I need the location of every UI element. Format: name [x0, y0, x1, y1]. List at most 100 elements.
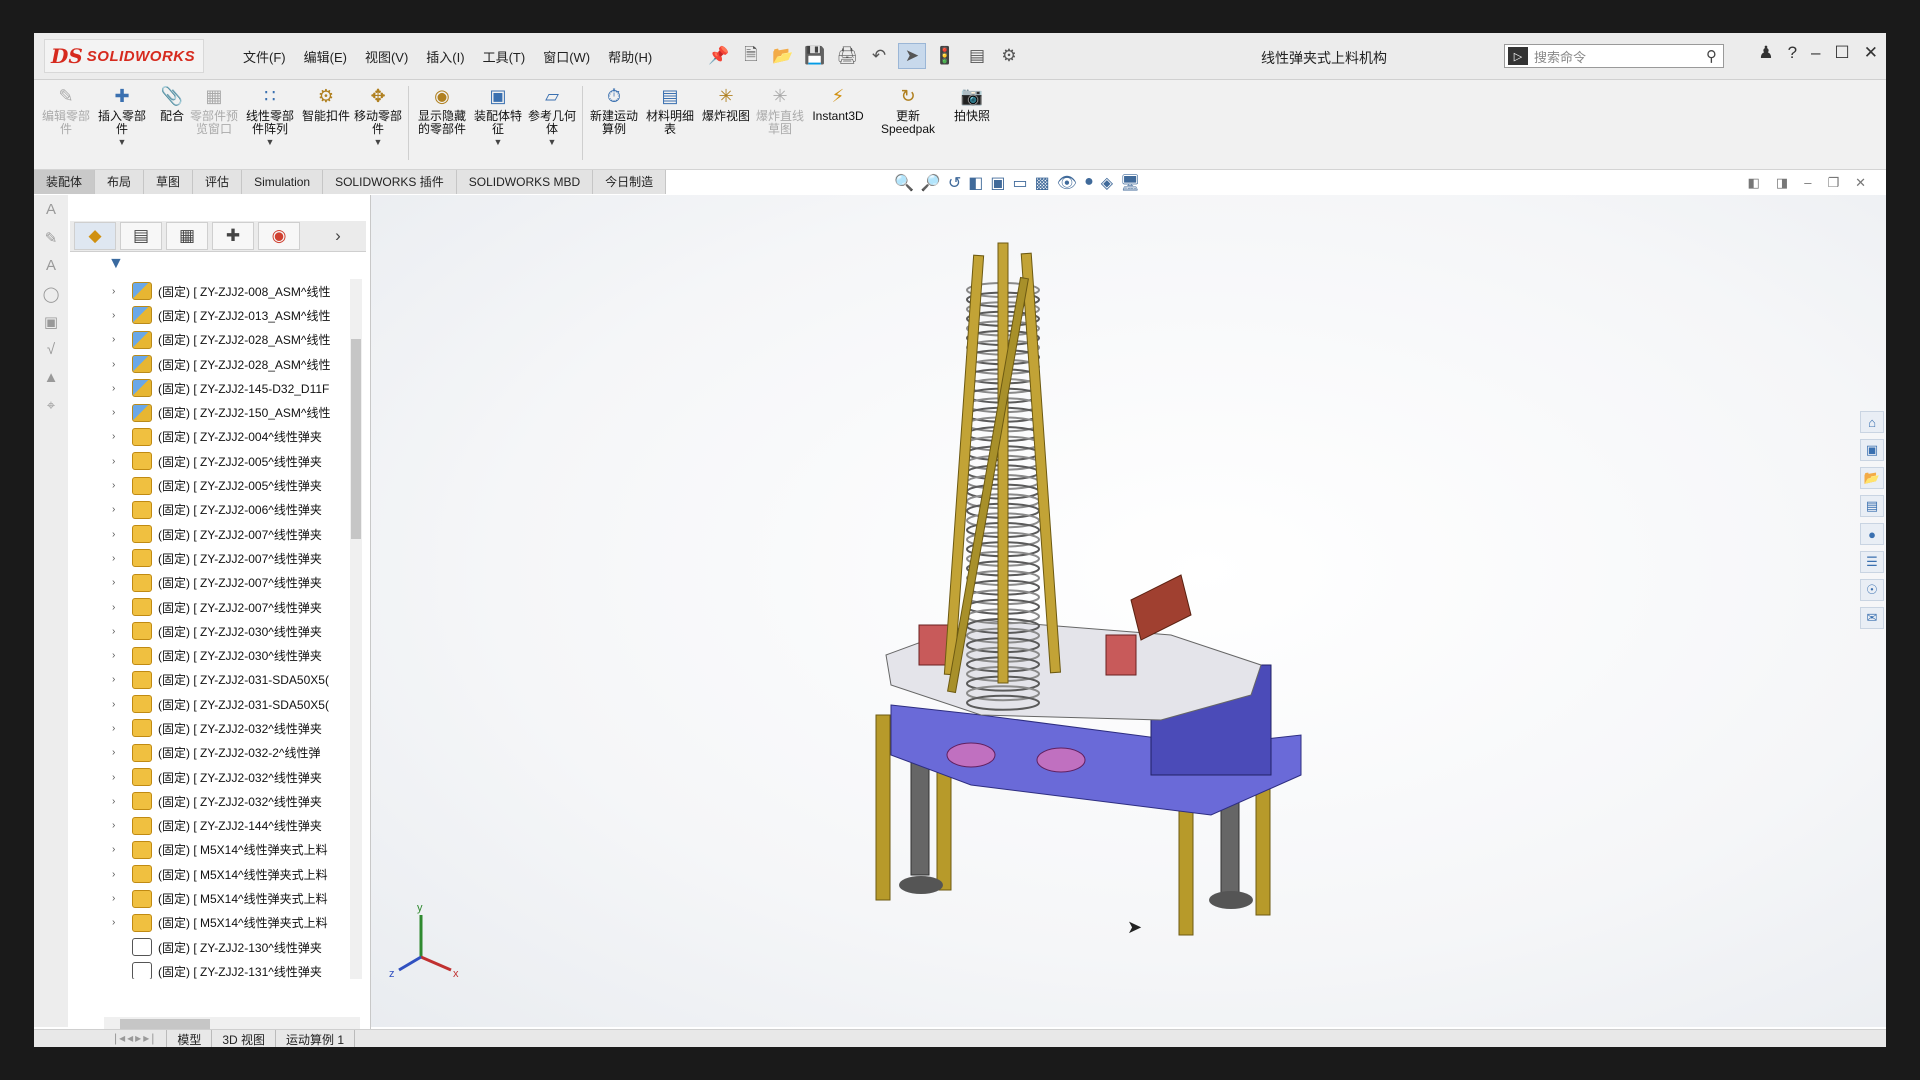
reference-geometry-button[interactable]: ▱ 参考几何体 ▼ [524, 84, 580, 149]
print-icon[interactable]: 🖨 [834, 44, 860, 68]
datum-icon[interactable]: ▣ [40, 313, 62, 335]
menu-edit[interactable]: 编辑(E) [295, 47, 356, 66]
tree-item[interactable]: › (固定) [ ZY-ZJJ2-028_ASM^线性 [68, 352, 360, 376]
search-input[interactable]: 搜索命令 [1534, 47, 1706, 66]
tree-item[interactable]: › (固定) [ M5X14^线性弹夹式上料 [68, 886, 360, 910]
tree-item[interactable]: › (固定) [ ZY-ZJJ2-007^线性弹夹 [68, 571, 360, 595]
bill-of-materials-button[interactable]: ▤ 材料明细表 [642, 84, 698, 136]
display-manager-icon[interactable]: ◉ [258, 222, 300, 250]
tab-assembly[interactable]: 装配体 [34, 170, 96, 194]
dynamic-annotation-icon[interactable]: ▣ [990, 173, 1005, 193]
hide-show-items-icon[interactable]: 👁 [1057, 173, 1077, 193]
tree-item[interactable]: › (固定) [ ZY-ZJJ2-032^线性弹夹 [68, 765, 360, 789]
tree-item[interactable]: › (固定) [ ZY-ZJJ2-006^线性弹夹 [68, 498, 360, 522]
search-icon[interactable]: ⚲ [1706, 47, 1717, 65]
balloon-icon[interactable]: ◯ [40, 285, 62, 307]
tree-item[interactable]: › (固定) [ ZY-ZJJ2-005^线性弹夹 [68, 449, 360, 473]
tree-item[interactable]: › (固定) [ M5X14^线性弹夹式上料 [68, 838, 360, 862]
tree-item[interactable]: › (固定) [ ZY-ZJJ2-031-SDA50X5( [68, 692, 360, 716]
tree-item[interactable]: › (固定) [ ZY-ZJJ2-150_ASM^线性 [68, 400, 360, 424]
assembly-features-button[interactable]: ▣ 装配体特征 ▼ [470, 84, 526, 149]
tab-3d-view[interactable]: 3D 视图 [212, 1030, 277, 1047]
tree-vertical-scrollbar[interactable] [350, 279, 362, 979]
expand-arrow-icon[interactable]: › [112, 869, 126, 880]
web-icon[interactable]: ☉ [1860, 579, 1884, 601]
expand-arrow-icon[interactable]: › [112, 529, 126, 540]
custom-properties-icon[interactable]: ☰ [1860, 551, 1884, 573]
scroll-thumb[interactable] [351, 339, 361, 539]
instant3d-button[interactable]: ⚡ Instant3D [810, 84, 866, 123]
tree-item[interactable]: › (固定) [ ZY-ZJJ2-028_ASM^线性 [68, 328, 360, 352]
expand-arrow-icon[interactable]: › [112, 674, 126, 685]
menu-view[interactable]: 视图(V) [356, 47, 417, 66]
expand-arrow-icon[interactable]: › [112, 820, 126, 831]
expand-arrow-icon[interactable]: › [112, 796, 126, 807]
component-preview-button[interactable]: ▦ 零部件预览窗口 [186, 84, 242, 136]
previous-view-icon[interactable]: ↺ [948, 173, 961, 193]
tree-item[interactable]: › (固定) [ ZY-ZJJ2-030^线性弹夹 [68, 643, 360, 667]
exploded-view-button[interactable]: ✳ 爆炸视图 [698, 84, 754, 123]
appearances-icon[interactable]: ● [1860, 523, 1884, 545]
text-icon[interactable]: A [40, 257, 62, 279]
expand-arrow-icon[interactable]: › [112, 723, 126, 734]
tree-item[interactable]: › (固定) [ ZY-ZJJ2-007^线性弹夹 [68, 522, 360, 546]
menu-help[interactable]: 帮助(H) [599, 47, 661, 66]
search-commands[interactable]: ▷ 搜索命令 ⚲ [1504, 44, 1724, 68]
weld-icon[interactable]: ▲ [40, 369, 62, 391]
display-style-icon[interactable]: ▩ [1035, 173, 1050, 193]
expand-arrow-icon[interactable]: › [112, 504, 126, 515]
edit-appearance-icon[interactable]: ● [1084, 173, 1094, 193]
menu-insert[interactable]: 插入(I) [417, 47, 473, 66]
tab-model[interactable]: 模型 [167, 1030, 213, 1047]
undo-icon[interactable]: ↶ [866, 44, 892, 68]
update-speedpak-button[interactable]: ↻ 更新Speedpak [880, 84, 936, 136]
dimxpert-icon[interactable]: ✚ [212, 222, 254, 250]
section-view-icon[interactable]: ◧ [968, 173, 983, 193]
user-icon[interactable]: ♟ [1758, 43, 1773, 63]
tree-item[interactable]: › (固定) [ ZY-ZJJ2-032-2^线性弹 [68, 741, 360, 765]
expand-arrow-icon[interactable]: › [112, 626, 126, 637]
tree-item[interactable]: › (固定) [ ZY-ZJJ2-145-D32_D11F [68, 376, 360, 400]
save-icon[interactable]: 💾 [802, 44, 828, 68]
tree-item[interactable]: › (固定) [ M5X14^线性弹夹式上料 [68, 862, 360, 886]
linear-pattern-button[interactable]: ∷ 线性零部件阵列 ▼ [242, 84, 298, 149]
graphics-area[interactable]: y x z ⌂ ▣ 📂 ▤ ● ☰ ☉ ✉ ➤ [371, 195, 1886, 1027]
split-horizontal-icon[interactable]: ◧ [1748, 175, 1760, 191]
tab-simulation[interactable]: Simulation [242, 170, 324, 194]
solidworks-logo[interactable]: DS SOLIDWORKS [44, 39, 204, 73]
options-icon[interactable]: ⚙ [996, 44, 1022, 68]
tab-navigation-arrows[interactable]: |◂◂▸▸| [104, 1030, 168, 1047]
view-settings-icon[interactable]: 🖥 [1120, 173, 1140, 193]
file-properties-icon[interactable]: ▤ [964, 44, 990, 68]
show-hidden-components-button[interactable]: ◉ 显示隐藏的零部件 [414, 84, 470, 136]
tree-item[interactable]: › (固定) [ M5X14^线性弹夹式上料 [68, 911, 360, 935]
new-motion-study-button[interactable]: ⏱ 新建运动算例 [586, 84, 642, 136]
viewport-close-icon[interactable]: ✕ [1855, 175, 1866, 191]
expand-arrow-icon[interactable]: › [112, 747, 126, 758]
expand-arrow-icon[interactable]: › [112, 553, 126, 564]
tree-item[interactable]: › (固定) [ ZY-ZJJ2-032^线性弹夹 [68, 716, 360, 740]
edit-component-button[interactable]: ✎ 编辑零部件 [38, 84, 94, 136]
tree-item[interactable]: › (固定) [ ZY-ZJJ2-030^线性弹夹 [68, 619, 360, 643]
expand-arrow-icon[interactable]: › [112, 917, 126, 928]
assembly-model[interactable]: y x z [371, 195, 1886, 1027]
select-icon[interactable]: ➤ [898, 43, 926, 69]
close-icon[interactable]: ✕ [1864, 43, 1878, 63]
expand-arrow-icon[interactable]: › [112, 310, 126, 321]
help-icon[interactable]: ? [1788, 43, 1797, 63]
take-snapshot-button[interactable]: 📷 拍快照 [944, 84, 1000, 123]
expand-arrow-icon[interactable]: › [112, 431, 126, 442]
home-icon[interactable]: ⌂ [1860, 411, 1884, 433]
configuration-manager-icon[interactable]: ▦ [166, 222, 208, 250]
smart-fasteners-button[interactable]: ⚙ 智能扣件 [298, 84, 354, 123]
annotation-icon[interactable]: A [40, 201, 62, 223]
menu-window[interactable]: 窗口(W) [534, 47, 599, 66]
minimize-icon[interactable]: – [1811, 43, 1820, 63]
split-vertical-icon[interactable]: ◨ [1776, 175, 1788, 191]
scroll-thumb[interactable] [120, 1019, 210, 1029]
tree-item[interactable]: (固定) [ ZY-ZJJ2-131^线性弹夹 [68, 959, 360, 979]
menu-tools[interactable]: 工具(T) [474, 47, 535, 66]
expand-arrow-icon[interactable]: › [112, 456, 126, 467]
expand-arrow-icon[interactable]: › [112, 602, 126, 613]
hole-callout-icon[interactable]: ⌖ [40, 397, 62, 419]
